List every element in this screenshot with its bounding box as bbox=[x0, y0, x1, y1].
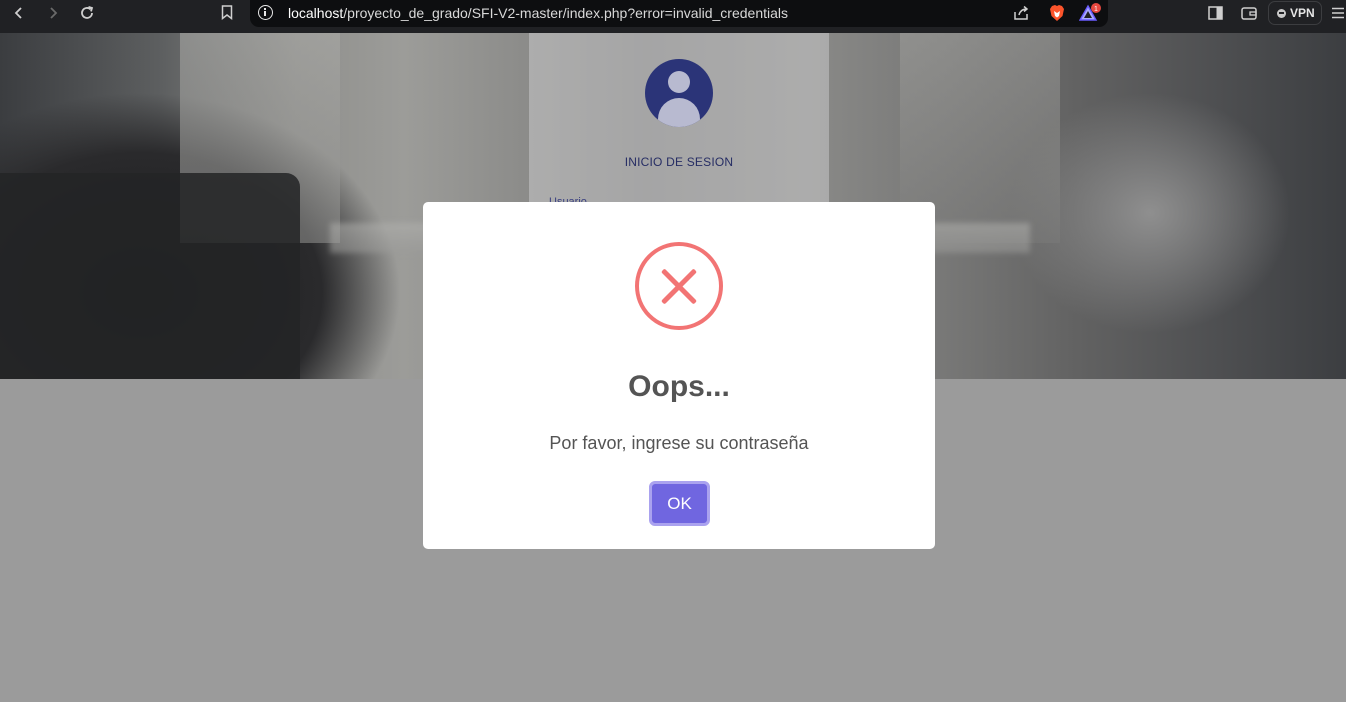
ok-button[interactable]: OK bbox=[649, 481, 710, 526]
error-x-icon bbox=[635, 242, 723, 330]
back-icon[interactable] bbox=[8, 0, 30, 25]
bookmark-icon[interactable] bbox=[217, 0, 237, 25]
vpn-label: VPN bbox=[1290, 6, 1315, 20]
share-icon[interactable] bbox=[1010, 0, 1032, 25]
wallet-icon[interactable] bbox=[1238, 0, 1260, 25]
error-dialog: Oops... Por favor, ingrese su contraseña… bbox=[423, 202, 935, 549]
url-path: /proyecto_de_grado/SFI-V2-master/index.p… bbox=[343, 5, 789, 21]
address-bar[interactable]: localhost/proyecto_de_grado/SFI-V2-maste… bbox=[250, 0, 1108, 27]
url-host: localhost bbox=[288, 5, 344, 21]
vpn-status-icon bbox=[1277, 8, 1286, 18]
brave-shields-icon[interactable] bbox=[1046, 0, 1068, 25]
menu-icon[interactable] bbox=[1330, 0, 1346, 25]
forward-icon[interactable] bbox=[42, 0, 64, 25]
site-info-icon[interactable] bbox=[258, 5, 273, 20]
reload-icon[interactable] bbox=[76, 0, 98, 25]
sidebar-icon[interactable] bbox=[1205, 0, 1225, 25]
notification-count: 1 bbox=[1094, 6, 1098, 13]
dialog-message: Por favor, ingrese su contraseña bbox=[549, 433, 809, 453]
url-text[interactable]: localhost/proyecto_de_grado/SFI-V2-maste… bbox=[288, 5, 788, 21]
vpn-button[interactable]: VPN bbox=[1268, 1, 1322, 25]
brave-rewards-icon[interactable]: 1 bbox=[1078, 0, 1102, 25]
dialog-title: Oops... bbox=[628, 370, 730, 403]
browser-toolbar: localhost/proyecto_de_grado/SFI-V2-maste… bbox=[0, 0, 1346, 33]
